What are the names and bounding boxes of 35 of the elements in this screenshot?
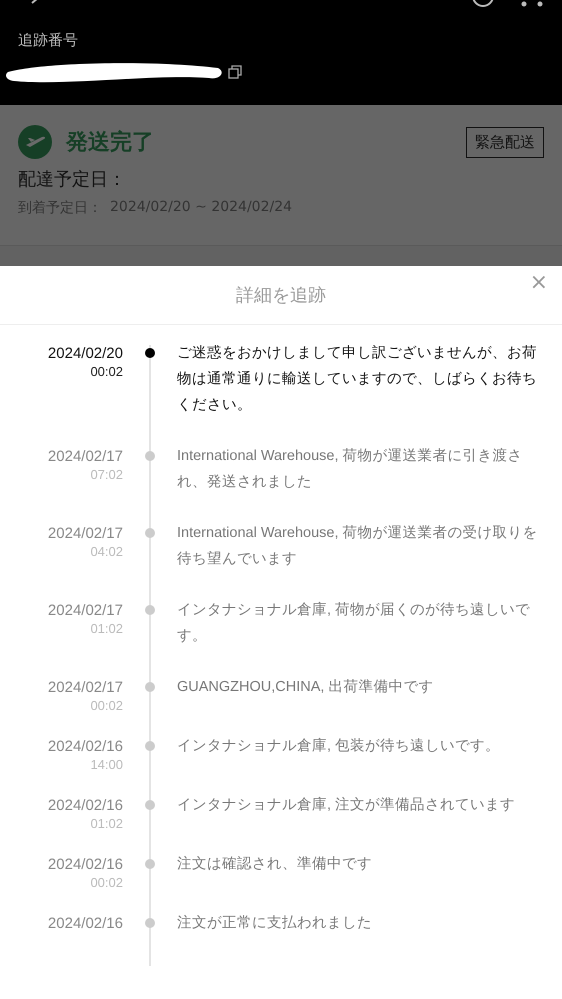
more-icon[interactable]: [520, 0, 544, 8]
event-time: 00:02: [90, 875, 123, 890]
copy-icon[interactable]: [228, 65, 242, 79]
close-button[interactable]: ×: [526, 268, 552, 297]
event-date: 2024/02/16: [48, 738, 123, 755]
event-time: 01:02: [90, 621, 123, 636]
airplane-icon: [18, 125, 52, 159]
sheet-title: 詳細を追跡: [236, 284, 326, 307]
event-date: 2024/02/17: [48, 602, 123, 619]
event-description: International Warehouse, 荷物が運送業者に引き渡され、発送されました: [177, 446, 524, 492]
event-time: 00:02: [90, 364, 123, 379]
event-date: 2024/02/20: [48, 345, 123, 362]
event-description: ご迷惑をおかけしまして申し訳ございませんが、お荷物は通常通りに輸送していますので、しばらくお待ちください。: [177, 344, 538, 415]
event-description: International Warehouse, 荷物が運送業者の受け取りを待ち望んでいます: [177, 524, 539, 569]
event-description: GUANGZHOU,CHINA, 出荷準備中です: [177, 678, 434, 697]
event-date: 2024/02/16: [48, 797, 123, 814]
express-delivery-button[interactable]: 緊急配送: [466, 126, 544, 158]
event-date: 2024/02/17: [48, 679, 123, 696]
event-time: 00:02: [90, 698, 123, 713]
event-time: 04:02: [90, 544, 123, 559]
tracking-label: 追跡番号: [18, 31, 78, 50]
event-description: 注文が正常に支払われました: [177, 914, 373, 933]
delivery-date-label: 配達予定日：: [18, 168, 127, 191]
event-date: 2024/02/16: [48, 915, 123, 932]
event-date: 2024/02/17: [48, 525, 123, 542]
event-description: インタナショナル倉庫, 荷物が届くのが待ち遠しいです。: [177, 600, 532, 646]
status-text: 発送完了: [66, 129, 155, 157]
event-description: 注文は確認され、準備中です: [177, 855, 373, 874]
event-date: 2024/02/16: [48, 856, 123, 873]
event-time: 01:02: [90, 816, 123, 831]
event-time: 14:00: [90, 757, 123, 772]
event-description: インタナショナル倉庫, 注文が準備品されています: [177, 796, 516, 815]
event-date: 2024/02/17: [48, 448, 123, 465]
event-time: 07:02: [90, 467, 123, 482]
event-description: インタナショナル倉庫, 包装が待ち遠しいです。: [177, 736, 502, 756]
